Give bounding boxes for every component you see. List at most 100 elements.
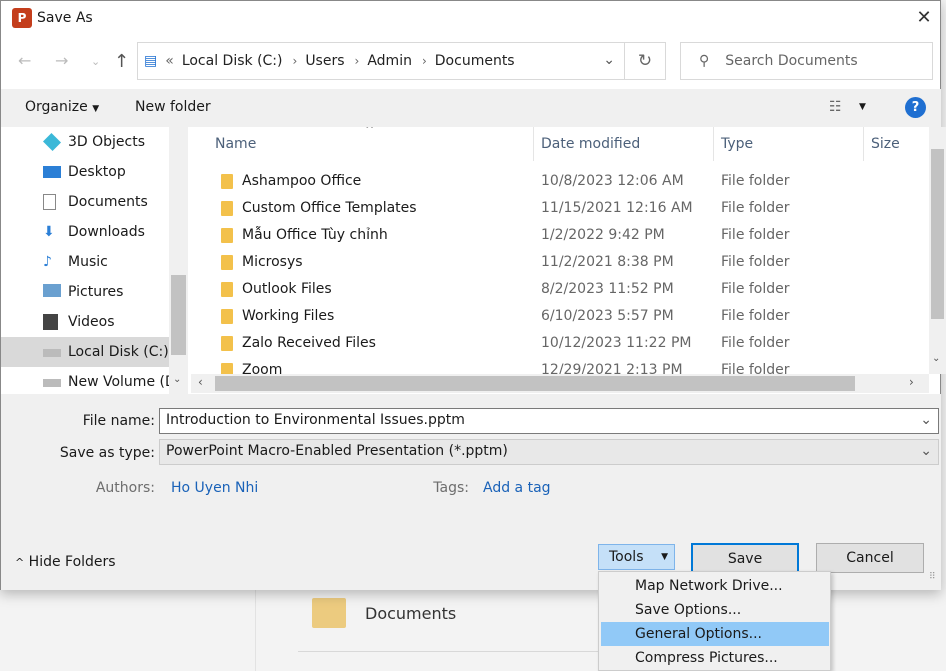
- sidebar-item-label: 3D Objects: [68, 134, 146, 150]
- sidebar-item-label: Local Disk (C:): [68, 344, 169, 360]
- resize-grip-icon[interactable]: ⠿: [929, 572, 936, 582]
- file-row[interactable]: Custom Office Templates 11/15/2021 12:16 …: [191, 195, 929, 222]
- recent-dropdown-icon[interactable]: ⌄: [91, 55, 100, 68]
- file-row[interactable]: Microsys 11/2/2021 8:38 PM File folder: [191, 249, 929, 276]
- pane-divider: [255, 590, 256, 671]
- up-icon[interactable]: ↑: [114, 51, 129, 72]
- folder-icon: [312, 598, 346, 628]
- sidebar-item[interactable]: Desktop: [1, 157, 169, 187]
- organize-button[interactable]: Organize ▼: [25, 99, 99, 115]
- chevron-up-icon: ^: [15, 556, 25, 569]
- sidebar-item-label: Downloads: [68, 224, 145, 240]
- file-row[interactable]: Zoom 12/29/2021 2:13 PM File folder: [191, 357, 929, 374]
- refresh-icon[interactable]: ↻: [624, 43, 665, 79]
- sidebar-item[interactable]: Videos: [1, 307, 169, 337]
- sidebar-item[interactable]: New Volume (D:): [1, 367, 186, 394]
- chevron-right-icon[interactable]: ›: [355, 54, 360, 68]
- scrollbar-thumb[interactable]: [931, 149, 944, 319]
- save-as-type-value: PowerPoint Macro-Enabled Presentation (*…: [166, 443, 508, 459]
- file-list-horizontal-scrollbar[interactable]: ‹ ›: [191, 374, 929, 393]
- navigation-scrollbar[interactable]: ⌄: [169, 127, 188, 394]
- sidebar-item[interactable]: Pictures: [1, 277, 169, 307]
- column-header-size[interactable]: Size: [864, 127, 929, 161]
- folder-icon: [221, 336, 233, 351]
- tools-menu-item[interactable]: Save Options...: [601, 598, 829, 622]
- powerpoint-icon: P: [12, 8, 32, 28]
- file-row[interactable]: Outlook Files 8/2/2023 11:52 PM File folde…: [191, 276, 929, 303]
- caret-down-icon[interactable]: ▼: [859, 102, 866, 112]
- overflow-chevron-icon[interactable]: «: [165, 53, 174, 69]
- scrollbar-thumb[interactable]: [171, 275, 186, 355]
- chevron-right-icon[interactable]: ›: [293, 54, 298, 68]
- file-name: Ashampoo Office: [242, 173, 362, 189]
- file-type: File folder: [721, 362, 790, 374]
- close-button[interactable]: ✕: [909, 5, 939, 31]
- file-list-vertical-scrollbar[interactable]: ⌄: [929, 127, 946, 374]
- file-row[interactable]: Mẫu Office Tùy chỉnh 1/2/2022 9:42 PM File…: [191, 222, 929, 249]
- file-row[interactable]: Zalo Received Files 10/12/2023 11:22 PM Fi…: [191, 330, 929, 357]
- file-name: Zalo Received Files: [242, 335, 376, 351]
- tools-menu-item[interactable]: Map Network Drive...: [601, 574, 829, 598]
- file-date: 12/29/2021 2:13 PM: [541, 362, 683, 374]
- file-date: 10/12/2023 11:22 PM: [541, 335, 692, 351]
- tools-button[interactable]: Tools ▼: [598, 544, 675, 570]
- downloads-icon: ⬇: [43, 224, 55, 240]
- sidebar-item[interactable]: Documents: [1, 187, 169, 217]
- breadcrumb-item[interactable]: Local Disk (C:): [182, 53, 283, 69]
- file-name: Zoom: [242, 362, 283, 374]
- sidebar-item[interactable]: Local Disk (C:): [1, 337, 169, 367]
- tools-menu-item[interactable]: Compress Pictures...: [601, 646, 829, 670]
- sidebar-item-label: Desktop: [68, 164, 126, 180]
- organize-label: Organize: [25, 99, 88, 115]
- sidebar-item[interactable]: ⬇ Downloads: [1, 217, 169, 247]
- sidebar-item[interactable]: ♪ Music: [1, 247, 169, 277]
- save-as-type-select[interactable]: PowerPoint Macro-Enabled Presentation (*…: [159, 439, 939, 465]
- scroll-right-icon[interactable]: ›: [909, 375, 914, 389]
- file-name-value: Introduction to Environmental Issues.ppt…: [166, 412, 465, 428]
- chevron-down-icon[interactable]: ⌄: [920, 412, 932, 428]
- file-date: 10/8/2023 12:06 AM: [541, 173, 684, 189]
- scroll-left-icon[interactable]: ‹: [198, 375, 203, 389]
- drive-icon: [43, 349, 61, 357]
- breadcrumb-item[interactable]: Documents: [435, 53, 515, 69]
- sidebar-item[interactable]: 3D Objects: [1, 127, 169, 157]
- file-date: 1/2/2022 9:42 PM: [541, 227, 665, 243]
- file-name-input[interactable]: Introduction to Environmental Issues.ppt…: [159, 408, 939, 434]
- sidebar-item-label: Documents: [68, 194, 148, 210]
- file-name: Working Files: [242, 308, 335, 324]
- tags-field[interactable]: Add a tag: [483, 480, 551, 496]
- column-header-type[interactable]: Type: [714, 127, 864, 161]
- scrollbar-thumb[interactable]: [215, 376, 855, 391]
- chevron-right-icon[interactable]: ›: [422, 54, 427, 68]
- breadcrumb-item[interactable]: Users: [305, 53, 344, 69]
- cancel-button[interactable]: Cancel: [816, 543, 924, 573]
- authors-label: Authors:: [95, 480, 155, 496]
- scroll-down-icon[interactable]: ⌄: [173, 374, 181, 385]
- save-button[interactable]: Save: [691, 543, 799, 573]
- forward-icon[interactable]: →: [55, 51, 68, 70]
- documents-location-icon: ▤: [144, 53, 158, 69]
- videos-icon: [43, 314, 58, 330]
- file-row[interactable]: Ashampoo Office 10/8/2023 12:06 AM File fo…: [191, 168, 929, 195]
- column-header-date[interactable]: Date modified: [534, 127, 714, 161]
- search-icon: ⚲: [699, 53, 710, 69]
- chevron-down-icon[interactable]: ⌄: [603, 52, 615, 68]
- pictures-icon: [43, 284, 61, 297]
- search-input[interactable]: ⚲ Search Documents: [680, 42, 933, 80]
- file-type: File folder: [721, 254, 790, 270]
- background-folder-label[interactable]: Documents: [365, 604, 456, 623]
- authors-field[interactable]: Ho Uyen Nhi: [171, 480, 258, 496]
- file-row[interactable]: Working Files 6/10/2023 5:57 PM File folde…: [191, 303, 929, 330]
- new-folder-button[interactable]: New folder: [135, 99, 211, 115]
- view-options-icon[interactable]: ☷: [829, 99, 842, 115]
- breadcrumb-item[interactable]: Admin: [367, 53, 412, 69]
- help-icon[interactable]: ?: [905, 97, 926, 118]
- tools-menu-item[interactable]: General Options...: [601, 622, 829, 646]
- scroll-down-icon[interactable]: ⌄: [932, 353, 940, 364]
- hide-folders-button[interactable]: ^ Hide Folders: [15, 554, 116, 570]
- sidebar-item-label: Videos: [68, 314, 115, 330]
- folder-icon: [221, 309, 233, 324]
- file-date: 8/2/2023 11:52 PM: [541, 281, 674, 297]
- address-bar[interactable]: ▤ « Local Disk (C:) › Users › Admin › Docum…: [137, 42, 666, 80]
- back-icon[interactable]: ←: [18, 51, 31, 70]
